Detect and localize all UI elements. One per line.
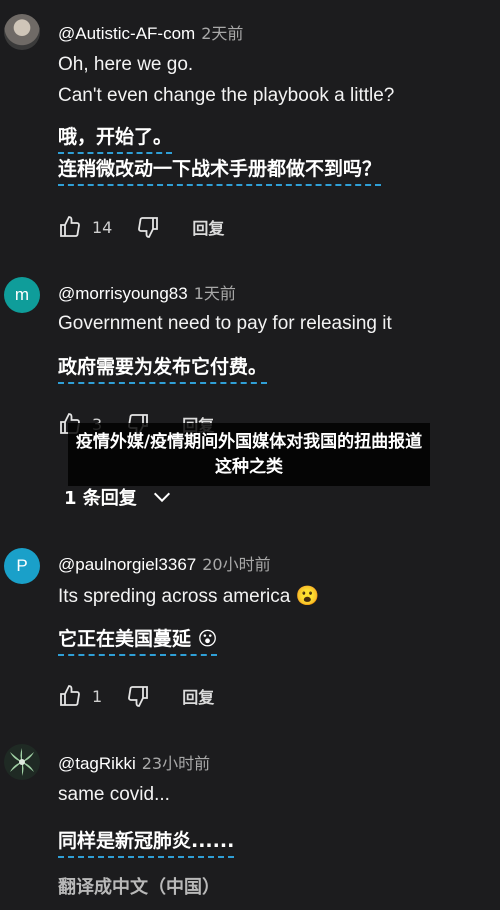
view-replies-button[interactable]: 1 条回复: [64, 484, 173, 510]
comment-actions: 14 回复: [58, 215, 224, 239]
translate-button[interactable]: 翻译成中文（中国）: [58, 873, 220, 899]
thumbs-down-icon[interactable]: [136, 215, 160, 239]
comment-text-zh: 政府需要为发布它付费。: [58, 352, 268, 384]
like-count: 1: [92, 686, 103, 706]
comment-text-en: Can't even change the playbook a little?: [58, 85, 395, 106]
comment-header: @Autistic-AF-com 2天前: [58, 20, 243, 44]
comment-handle[interactable]: @paulnorgiel3367: [58, 555, 196, 574]
comment-text-zh: 它正在美国蔓延 😮: [58, 624, 218, 656]
avatar[interactable]: P: [4, 548, 40, 584]
chevron-down-icon: [153, 492, 170, 503]
comment-handle[interactable]: @Autistic-AF-com: [58, 24, 195, 43]
comment-header: @morrisyoung83 1天前: [58, 280, 236, 304]
comment-text-zh: 哦，开始了。: [58, 122, 173, 154]
comment-handle[interactable]: @tagRikki: [58, 754, 136, 773]
comment-actions: 1 回复: [58, 684, 214, 708]
thumbs-down-icon[interactable]: [126, 684, 150, 708]
comment-header: @paulnorgiel3367 20小时前: [58, 551, 271, 575]
comment-time: 1天前: [193, 284, 236, 303]
thumbs-up-icon[interactable]: [58, 215, 82, 239]
comment-time: 2天前: [201, 24, 244, 43]
avatar[interactable]: m: [4, 277, 40, 313]
like-count: 14: [92, 217, 113, 237]
reply-button[interactable]: 回复: [192, 215, 224, 239]
comment-text-en: Oh, here we go.: [58, 54, 194, 75]
comment-time: 23小时前: [141, 754, 211, 773]
leaf-emblem-icon: [10, 748, 34, 776]
comment-time: 20小时前: [202, 555, 271, 574]
comment-text-en: Its spreding across america 😮: [58, 586, 320, 607]
replies-count-label: 1 条回复: [64, 488, 137, 509]
reply-button[interactable]: 回复: [182, 684, 214, 708]
thumbs-up-icon[interactable]: [58, 684, 82, 708]
comment-header: @tagRikki 23小时前: [58, 750, 210, 774]
avatar[interactable]: [4, 744, 40, 780]
comment-handle[interactable]: @morrisyoung83: [58, 284, 188, 303]
comment-text-zh: 连稍微改动一下战术手册都做不到吗？: [58, 154, 382, 186]
comment-text-en: Government need to pay for releasing it: [58, 313, 392, 334]
comment-text-en: same covid...: [58, 784, 170, 805]
avatar[interactable]: [4, 14, 40, 50]
comment-text-zh: 同样是新冠肺炎......: [58, 826, 235, 858]
caption-overlay: 疫情外媒/疫情期间外国媒体对我国的扭曲报道这种之类: [68, 423, 430, 486]
